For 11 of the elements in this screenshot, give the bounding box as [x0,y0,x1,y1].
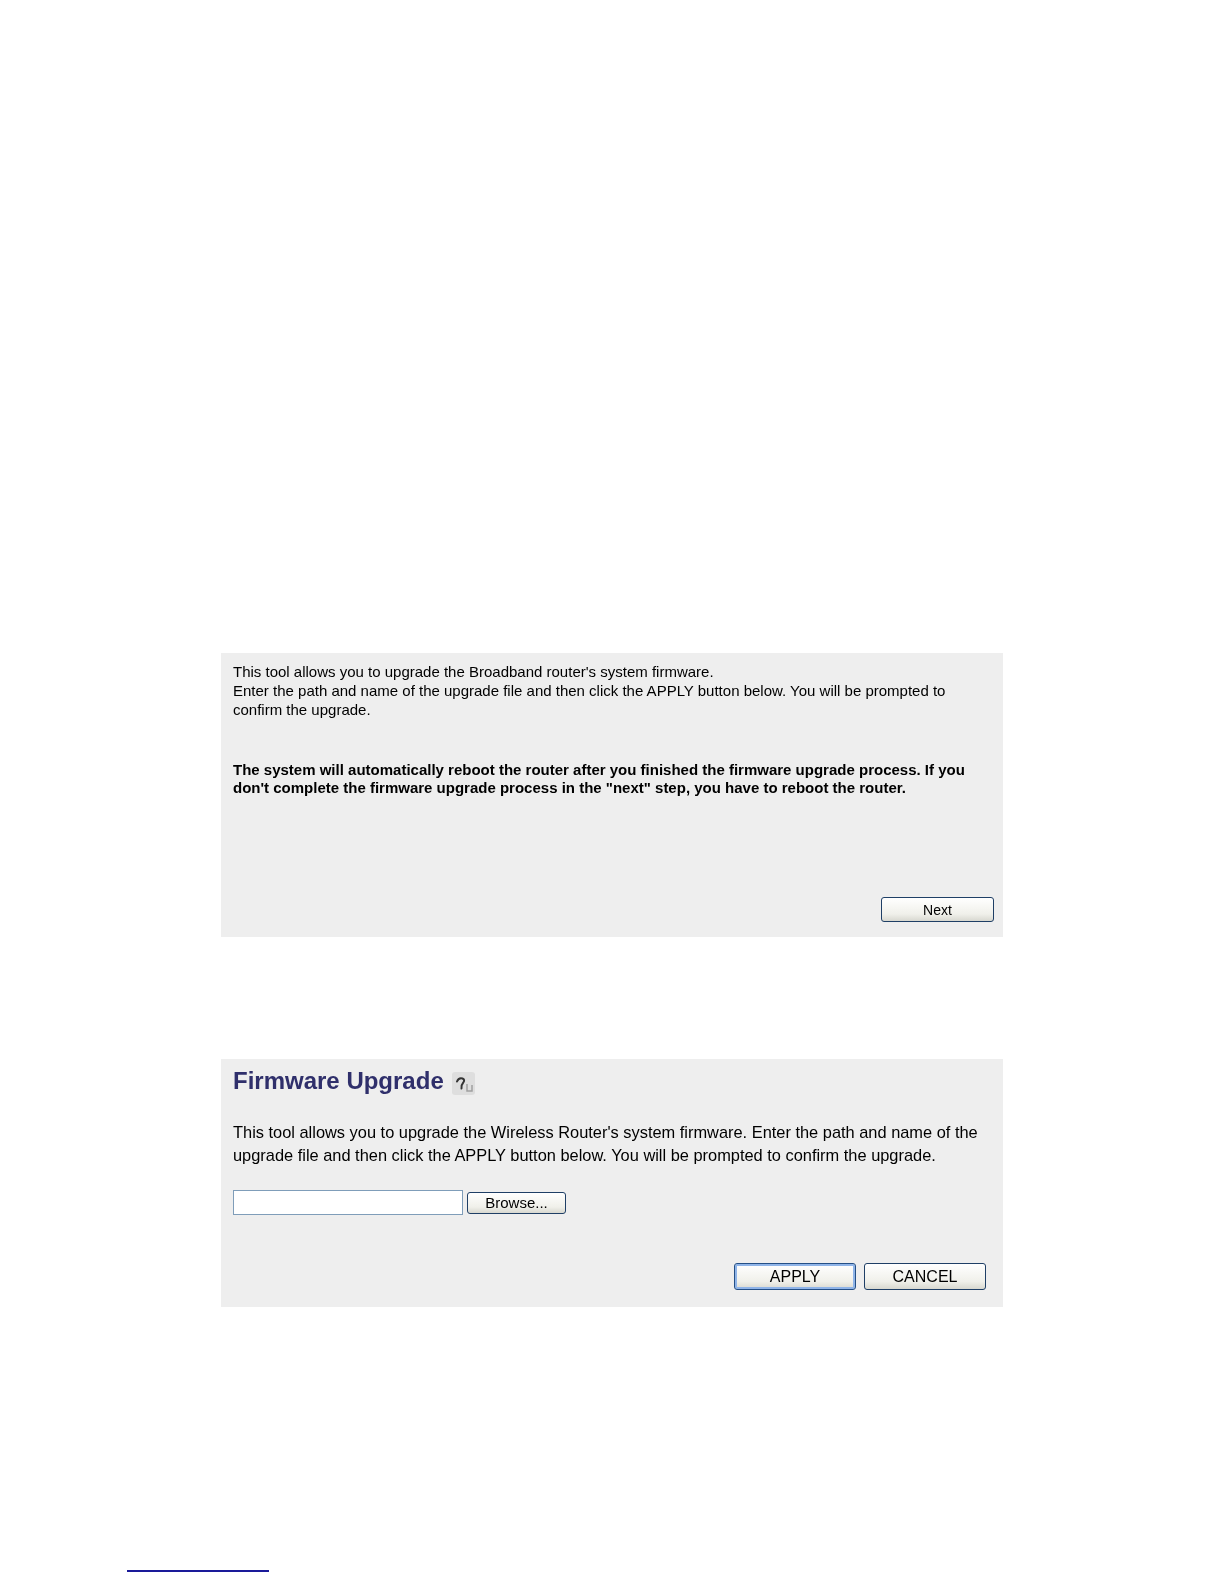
browse-button[interactable]: Browse... [467,1191,566,1214]
intro-text: This tool allows you to upgrade the Broadband router's system firmware. [233,662,715,681]
page-title: Firmware Upgrade [233,1067,444,1095]
help-icon[interactable] [451,1071,475,1095]
description-text: This tool allows you to upgrade the Wireless Router's system firmware. Enter the path and name of the upgrade file and then click the APPLY button below. You will be prompted to confirm the upgrade. [233,1122,979,1166]
instructions-text: Enter the path and name of the upgrade file and then click the APPLY button below. You will be prompted to confirm the upgrade. [233,681,947,719]
cancel-button[interactable]: CANCEL [864,1263,986,1290]
warning-text: The system will automatically reboot the router after you finished the firmware upgrade process. If you don't complete the firmware upgrade process in the "next" step, you have to reboot the router. [233,761,966,797]
next-button[interactable]: Next [881,897,994,922]
file-path-field[interactable] [233,1190,463,1215]
apply-button[interactable]: APPLY [734,1263,856,1290]
